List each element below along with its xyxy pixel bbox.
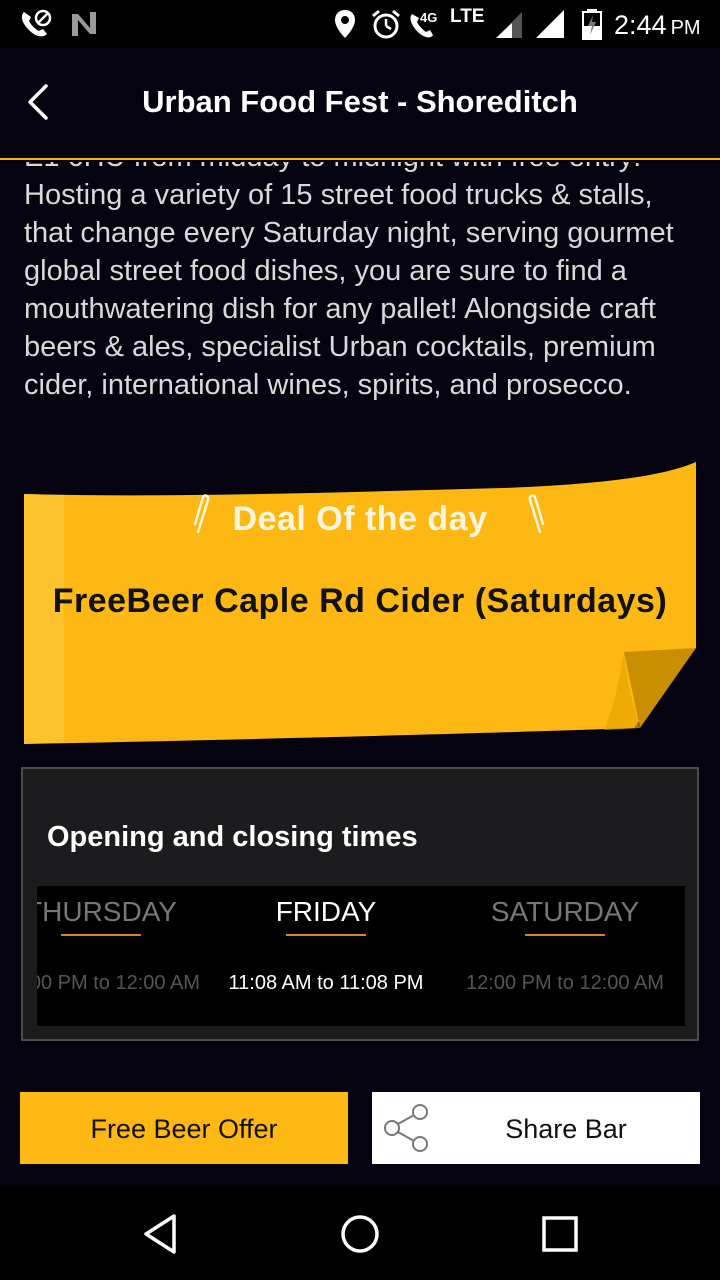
network-label: LTE	[450, 6, 485, 27]
deal-of-the-day-card: Deal Of the day FreeBeer Caple Rd Cider …	[24, 462, 696, 744]
back-nav-icon[interactable]	[136, 1210, 184, 1258]
nfc-icon	[72, 12, 96, 36]
free-beer-offer-button[interactable]: Free Beer Offer	[20, 1092, 348, 1164]
day-thursday[interactable]: THURSDAY 12:00 PM to 12:00 AM	[37, 886, 221, 1026]
clock-ampm: PM	[670, 17, 701, 39]
day-name: FRIDAY	[275, 896, 377, 927]
scroll-content[interactable]: E1 6HU from midday to midnight with free…	[0, 162, 720, 1186]
day-name: SATURDAY	[490, 896, 640, 927]
days-carousel[interactable]: THURSDAY 12:00 PM to 12:00 AM FRIDAY 11:…	[37, 886, 685, 1026]
deal-text: FreeBeer Caple Rd Cider (Saturdays)	[52, 582, 668, 620]
day-name: THURSDAY	[37, 896, 177, 927]
clock: 2:44 PM	[614, 8, 701, 45]
clock-time: 2:44	[614, 10, 667, 40]
day-hours: 12:00 PM to 12:00 AM	[37, 972, 200, 994]
free-beer-offer-label: Free Beer Offer	[90, 1114, 278, 1144]
opening-hours-title: Opening and closing times	[47, 821, 418, 853]
battery-charging-icon	[582, 9, 602, 40]
day-underline	[286, 934, 366, 936]
day-hours: 12:00 PM to 12:00 AM	[466, 972, 664, 994]
home-nav-icon[interactable]	[336, 1210, 384, 1258]
day-underline	[61, 934, 141, 936]
app-bar: Urban Food Fest - Shoreditch	[0, 48, 720, 160]
wifi-calling-icon	[21, 9, 52, 37]
deal-heading: Deal Of the day	[232, 500, 488, 538]
page-title: Urban Food Fest - Shoreditch	[142, 84, 578, 119]
opening-hours-card: Opening and closing times THURSDAY 12:00…	[21, 767, 699, 1041]
day-friday[interactable]: FRIDAY 11:08 AM to 11:08 PM	[206, 886, 446, 1026]
event-description: E1 6HU from midday to midnight with free…	[24, 162, 674, 401]
day-saturday[interactable]: SATURDAY 12:00 PM to 12:00 AM	[445, 886, 685, 1026]
status-bar: 4G LTE 2:44 PM	[0, 0, 720, 48]
location-icon	[335, 10, 355, 38]
network-sub-label: 4G	[420, 10, 438, 25]
day-hours: 11:08 AM to 11:08 PM	[228, 972, 424, 994]
signal-icon	[496, 12, 522, 38]
system-nav-bar	[0, 1186, 720, 1280]
recents-nav-icon[interactable]	[536, 1210, 584, 1258]
share-bar-button[interactable]: Share Bar	[372, 1092, 700, 1164]
day-underline	[525, 934, 605, 936]
share-bar-label: Share Bar	[505, 1114, 627, 1144]
share-icon	[384, 1104, 428, 1152]
signal-icon	[536, 10, 564, 38]
alarm-icon	[372, 9, 400, 39]
